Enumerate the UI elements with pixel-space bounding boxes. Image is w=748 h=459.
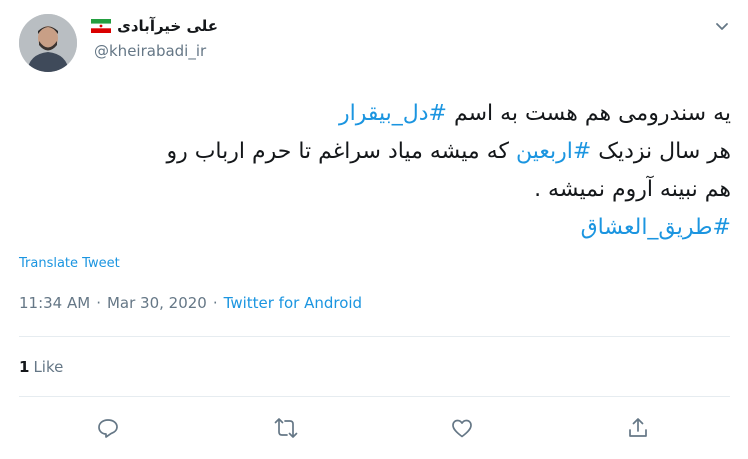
author-handle[interactable]: @kheirabadi_ir [94, 42, 206, 60]
avatar[interactable] [19, 14, 77, 72]
reply-icon [98, 419, 118, 438]
tweet-text-segment: که میشه میاد سراغم تا حرم ارباب رو [166, 139, 516, 164]
divider [19, 396, 730, 397]
likes-count: 1 [19, 358, 30, 376]
reply-button[interactable] [92, 412, 124, 444]
tweet-source-link[interactable]: Twitter for Android [224, 294, 362, 312]
retweet-button[interactable] [270, 412, 302, 444]
tweet-card: علی خیرآبادی @kheirabadi_ir یه سندرومی ه… [0, 0, 748, 459]
translate-tweet-link[interactable]: Translate Tweet [19, 256, 120, 271]
hashtag-link[interactable]: #طریق_العشاق [581, 215, 731, 240]
retweet-icon [274, 418, 298, 438]
hashtag-link[interactable]: #اربعین [516, 139, 591, 164]
author-name-row[interactable]: علی خیرآبادی [91, 14, 218, 38]
tweet-metadata: 11:34 AM · Mar 30, 2020 · Twitter for An… [19, 294, 362, 312]
more-options-button[interactable] [713, 17, 731, 35]
share-button[interactable] [622, 412, 654, 444]
tweet-text-segment: هر سال نزدیک [591, 139, 731, 164]
tweet-line: یه سندرومی هم هست به اسم #دل_بیقرار [16, 95, 731, 133]
iran-flag-icon [91, 19, 112, 33]
avatar-image [19, 14, 77, 72]
share-icon [629, 418, 647, 437]
divider [19, 336, 730, 337]
tweet-time[interactable]: 11:34 AM [19, 294, 90, 312]
tweet-text-segment: یه سندرومی هم هست به اسم [446, 101, 731, 126]
tweet-text: یه سندرومی هم هست به اسم #دل_بیقرار هر س… [16, 95, 731, 247]
meta-separator: · [96, 294, 101, 312]
tweet-text-segment: هم نبینه آروم نمیشه . [534, 177, 731, 202]
meta-separator: · [212, 294, 218, 312]
author-display-name[interactable]: علی خیرآبادی [117, 17, 218, 35]
tweet-line: هر سال نزدیک #اربعین که میشه میاد سراغم … [16, 133, 731, 171]
likes-label: Like [33, 358, 64, 376]
tweet-line: هم نبینه آروم نمیشه . [16, 171, 731, 209]
action-bar [0, 412, 748, 444]
tweet-line: #طریق_العشاق [16, 209, 731, 247]
tweet-date[interactable]: Mar 30, 2020 [107, 294, 207, 312]
likes-stat[interactable]: 1 Like [19, 358, 63, 376]
hashtag-link[interactable]: #دل_بیقرار [339, 101, 447, 126]
chevron-down-icon [716, 23, 728, 30]
heart-icon [452, 419, 472, 438]
like-button[interactable] [446, 412, 478, 444]
